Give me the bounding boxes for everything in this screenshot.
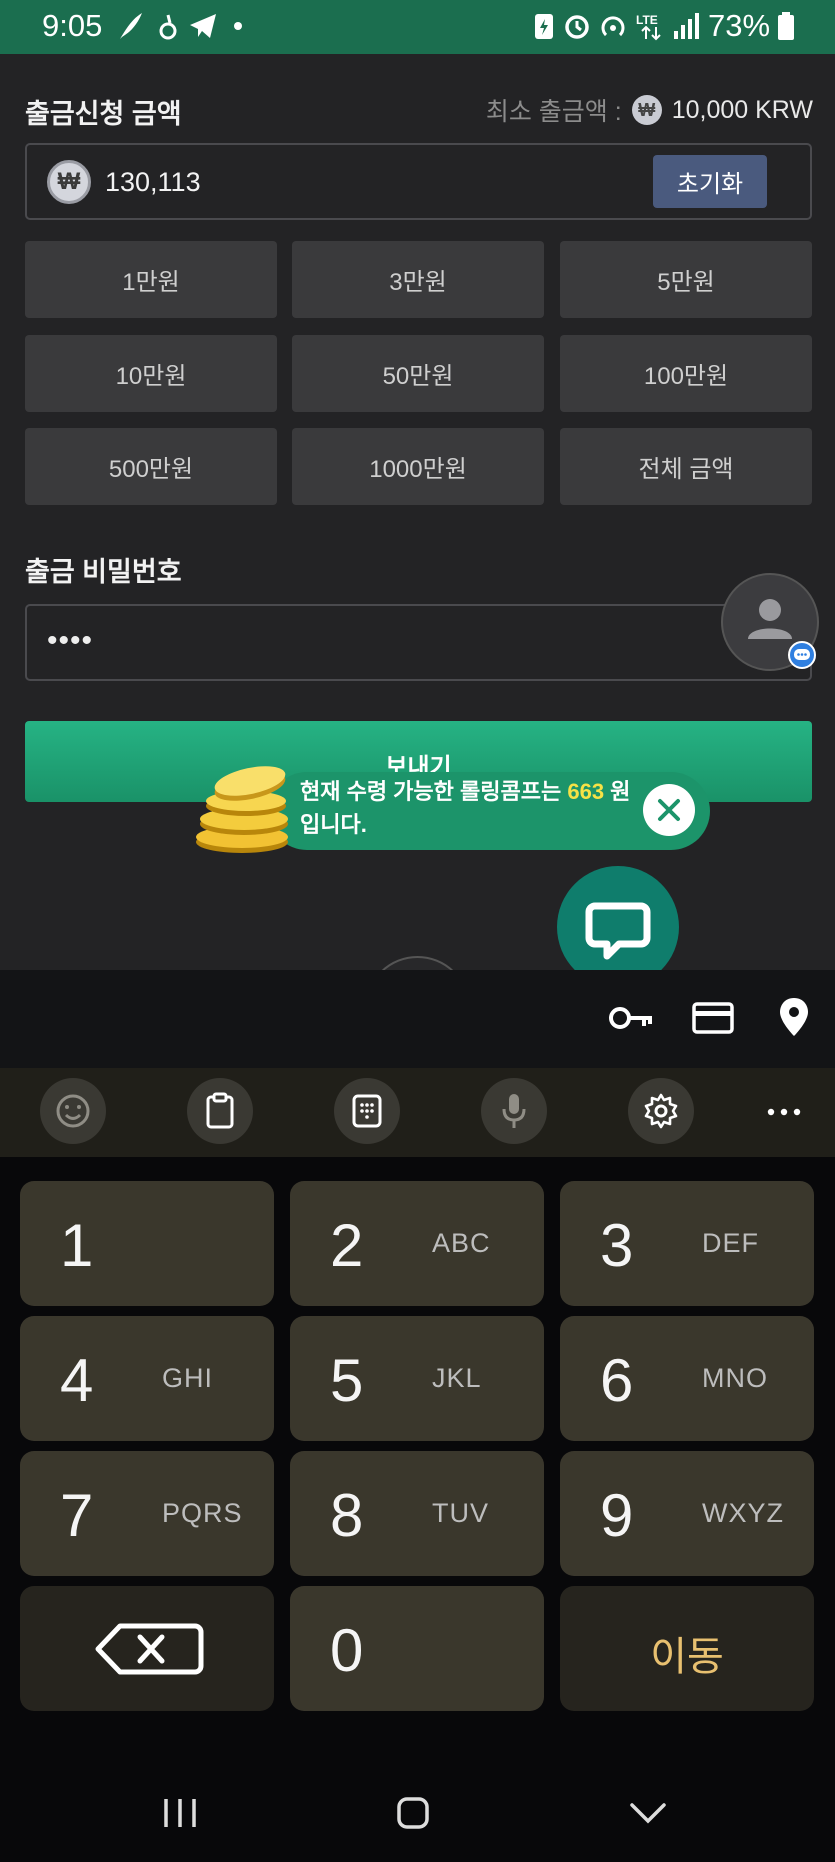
chat-dots-icon	[794, 649, 810, 660]
key-6[interactable]: 6 MNO	[560, 1316, 814, 1441]
key-letters: WXYZ	[702, 1498, 784, 1528]
hotspot-icon	[601, 16, 625, 37]
key-letters: JKL	[432, 1363, 482, 1393]
keyboard-toolbar	[0, 1068, 835, 1157]
gold-coins-icon	[196, 766, 288, 853]
key-number: 3	[600, 1212, 634, 1279]
amount-button-100k[interactable]: 10만원	[25, 335, 277, 412]
min-withdraw-info: 최소 출금액 : ₩ 10,000 KRW	[486, 92, 813, 128]
recent-apps-icon[interactable]	[160, 1795, 200, 1831]
withdraw-password-title: 출금 비밀번호	[25, 557, 182, 587]
notification-dot-icon	[234, 22, 242, 30]
go-key[interactable]: 이동	[560, 1586, 814, 1711]
won-icon: ₩	[631, 95, 662, 125]
status-time: 9:05	[42, 8, 103, 43]
system-nav-bar	[0, 1765, 835, 1862]
amount-button-1m[interactable]: 100만원	[560, 335, 812, 412]
key-number: 7	[60, 1482, 94, 1549]
clipboard-button[interactable]	[187, 1078, 253, 1144]
key-number: 6	[600, 1347, 634, 1414]
credit-card-icon[interactable]	[692, 1002, 734, 1034]
reset-button[interactable]: 초기화	[653, 155, 767, 208]
lte-icon: LTE	[636, 13, 661, 41]
battery-icon	[778, 12, 794, 40]
clipboard-icon	[206, 1092, 234, 1129]
key-7[interactable]: 7 PQRS	[20, 1451, 274, 1576]
amount-button-30k[interactable]: 3만원	[292, 241, 544, 318]
password-value: ••••	[47, 624, 94, 657]
password-input[interactable]: ••••	[25, 604, 812, 681]
key-4[interactable]: 4 GHI	[20, 1316, 274, 1441]
key-9[interactable]: 9 WXYZ	[560, 1451, 814, 1576]
key-0[interactable]: 0	[290, 1586, 544, 1711]
won-icon: ₩	[47, 160, 91, 204]
hide-keyboard-icon[interactable]	[628, 1799, 668, 1827]
key-letters: MNO	[702, 1363, 768, 1393]
telegram-icon	[190, 14, 216, 38]
key-letters: GHI	[162, 1363, 214, 1393]
keyboard-settings-button[interactable]	[628, 1078, 694, 1144]
backspace-key[interactable]	[20, 1586, 274, 1711]
more-icon[interactable]	[766, 1100, 802, 1124]
key-number: 8	[330, 1482, 364, 1549]
key-number: 9	[600, 1482, 634, 1549]
key-letters: ABC	[432, 1228, 491, 1258]
key-8[interactable]: 8 TUV	[290, 1451, 544, 1576]
key-letters: PQRS	[162, 1498, 243, 1528]
status-bar: 9:05 LTE 73%	[0, 0, 835, 54]
keyboard-suggestion-strip	[0, 970, 835, 1068]
emoji-button[interactable]	[40, 1078, 106, 1144]
key-letters: DEF	[702, 1228, 759, 1258]
battery-saver-icon	[535, 14, 553, 39]
key-letters: TUV	[432, 1498, 489, 1528]
key-number: 1	[60, 1212, 94, 1279]
alarm-icon	[565, 15, 589, 39]
fire-icon	[159, 14, 177, 40]
gear-icon	[644, 1093, 678, 1129]
min-withdraw-label: 최소 출금액 :	[485, 98, 622, 126]
key-1[interactable]: 1	[20, 1181, 274, 1306]
amount-button-all[interactable]: 전체 금액	[560, 428, 812, 505]
amount-value: 130,113	[105, 167, 201, 197]
min-withdraw-value: 10,000 KRW	[671, 95, 813, 124]
backspace-icon	[95, 1623, 204, 1675]
key-number: 5	[330, 1347, 364, 1414]
chat-badge-icon	[788, 641, 816, 669]
key-5[interactable]: 5 JKL	[290, 1316, 544, 1441]
svg-text:LTE: LTE	[636, 13, 658, 27]
key-number: 2	[330, 1212, 364, 1279]
close-icon	[658, 799, 680, 821]
key-3[interactable]: 3 DEF	[560, 1181, 814, 1306]
key-number: 4	[60, 1347, 94, 1414]
key-2[interactable]: 2 ABC	[290, 1181, 544, 1306]
amount-button-5m[interactable]: 500만원	[25, 428, 277, 505]
toast-message: 현재 수령 가능한 롤링콤프는 663 원 입니다.	[300, 775, 650, 841]
microphone-icon	[502, 1094, 526, 1128]
key-icon[interactable]	[608, 1000, 654, 1036]
amount-input[interactable]: ₩ 130,113 초기화	[25, 143, 812, 220]
emoji-icon	[56, 1094, 90, 1128]
amount-button-500k[interactable]: 50만원	[292, 335, 544, 412]
signal-icon	[674, 13, 699, 39]
screen: { "status_bar": {"time": "9:05", "batter…	[0, 0, 835, 1862]
keypad-button[interactable]	[334, 1078, 400, 1144]
amount-button-10m[interactable]: 1000만원	[292, 428, 544, 505]
location-pin-icon[interactable]	[778, 996, 810, 1038]
feather-icon	[120, 13, 142, 39]
keypad-icon	[352, 1094, 382, 1128]
toast-close-button[interactable]	[643, 784, 695, 836]
toast-highlight-amount: 663	[567, 779, 605, 804]
voice-input-button[interactable]	[481, 1078, 547, 1144]
amount-button-50k[interactable]: 5만원	[560, 241, 812, 318]
toast-text-before: 현재 수령 가능한 롤링콤프는	[300, 779, 568, 804]
amount-button-10k[interactable]: 1만원	[25, 241, 277, 318]
key-number: 0	[330, 1617, 364, 1684]
withdraw-amount-title: 출금신청 금액	[25, 99, 182, 129]
home-icon[interactable]	[393, 1793, 433, 1833]
go-key-label: 이동	[650, 1635, 724, 1679]
battery-percent: 73%	[708, 8, 771, 43]
